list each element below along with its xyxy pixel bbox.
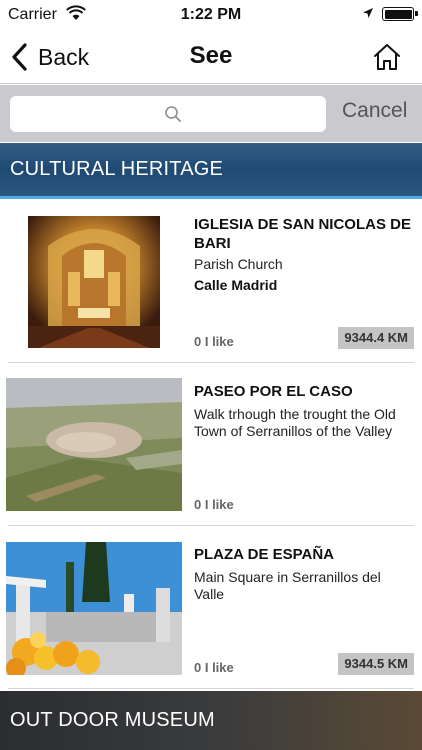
divider <box>8 688 414 689</box>
item-street: Calle Madrid <box>194 277 278 293</box>
distance-badge: 9344.5 KM <box>338 653 414 675</box>
item-subtitle: Main Square in Serranillos del Valle <box>194 569 381 602</box>
section-header-outdoor-museum[interactable]: OUT DOOR MUSEUM <box>0 691 422 750</box>
church-altar-thumbnail <box>28 216 160 348</box>
town-square-thumbnail <box>6 542 182 675</box>
list-item[interactable]: PLAZA DE ESPAÑA Main Square in Serranill… <box>0 528 422 690</box>
divider <box>8 362 414 363</box>
like-count[interactable]: 0 I like <box>194 660 234 675</box>
aerial-town-thumbnail <box>6 378 182 511</box>
like-count[interactable]: 0 I like <box>194 334 234 349</box>
distance-badge: 9344.4 KM <box>338 327 414 349</box>
list-item[interactable]: PASEO POR EL CASO Walk trhough the troug… <box>0 365 422 527</box>
like-count[interactable]: 0 I like <box>194 497 234 512</box>
section-header-cultural-heritage: CULTURAL HERITAGE <box>0 143 422 199</box>
item-title: PLAZA DE ESPAÑA <box>194 546 335 563</box>
battery-icon <box>382 7 418 21</box>
item-title: PASEO POR EL CASO <box>194 383 353 400</box>
search-input[interactable] <box>10 96 326 132</box>
item-subtitle: Walk trhough the trought the Old Town of… <box>194 406 396 439</box>
section-title: OUT DOOR MUSEUM <box>10 709 215 731</box>
location-arrow-icon <box>363 8 373 18</box>
navigation-bar: Back See <box>0 30 422 84</box>
item-subtitle: Parish Church <box>194 256 283 272</box>
list-item[interactable]: IGLESIA DE SAN NICOLAS DE BARI Parish Ch… <box>0 202 422 364</box>
home-icon[interactable] <box>372 42 402 72</box>
divider <box>8 525 414 526</box>
status-bar: Carrier 1:22 PM <box>0 0 422 30</box>
back-button[interactable]: Back <box>10 38 89 76</box>
cancel-button[interactable]: Cancel <box>342 99 407 123</box>
search-field[interactable] <box>10 96 326 132</box>
clock: 1:22 PM <box>180 6 242 23</box>
back-label: Back <box>38 43 90 70</box>
chevron-left-icon <box>12 43 27 71</box>
item-title: IGLESIA DE SAN NICOLAS DE BARI <box>194 216 411 252</box>
section-title: CULTURAL HERITAGE <box>10 158 224 180</box>
search-bar: Cancel <box>0 85 422 142</box>
